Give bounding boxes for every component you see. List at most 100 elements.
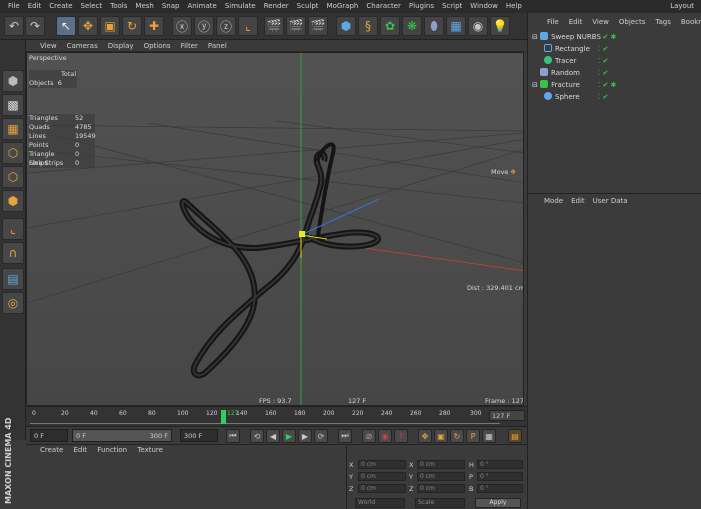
collapse-icon[interactable]: ⊟ <box>532 81 538 89</box>
edges-mode-button[interactable]: ⬡ <box>2 166 24 188</box>
menu-tools[interactable]: Tools <box>106 0 131 13</box>
menu-snap[interactable]: Snap <box>158 0 184 13</box>
add-light-button[interactable]: 💡 <box>490 16 510 36</box>
parameter-key-button[interactable]: P <box>466 429 480 443</box>
object-row-sweep-nurbs[interactable]: ⊟ Sweep NURBS ⁚ ✔ ✱ <box>528 31 701 43</box>
points-mode-button[interactable]: ⬡ <box>2 142 24 164</box>
current-frame-field[interactable]: 127 F <box>489 410 525 421</box>
visibility-checks[interactable]: ⁚ ✔ <box>598 55 608 67</box>
visibility-checks[interactable]: ⁚ ✔ <box>598 91 608 103</box>
viewport-menu-view[interactable]: View <box>26 40 62 52</box>
snap-button[interactable]: ∩ <box>2 242 24 264</box>
keyframe-selection-button[interactable]: ? <box>394 429 408 443</box>
locked-workplane-button[interactable]: ◎ <box>2 292 24 314</box>
end-frame-field[interactable]: 300 F <box>180 429 218 442</box>
menu-mograph[interactable]: MoGraph <box>323 0 363 13</box>
add-scene-button[interactable]: ▦ <box>446 16 466 36</box>
next-key-button[interactable]: ⟳ <box>314 429 328 443</box>
menu-plugins[interactable]: Plugins <box>405 0 438 13</box>
create-tool-button[interactable]: ✚ <box>144 16 164 36</box>
rotation-p-field[interactable]: 0 ° <box>477 472 523 481</box>
axis-mode-button[interactable]: ⌞ <box>2 218 24 240</box>
material-menu-texture[interactable]: Texture <box>133 445 167 456</box>
collapse-icon[interactable]: ⊟ <box>532 33 538 41</box>
viewport-menu-cameras[interactable]: Cameras <box>62 40 103 52</box>
attribute-menu-user-data[interactable]: User Data <box>589 197 632 205</box>
object-row-fracture[interactable]: ⊟ Fracture ⁚ ✔ ✱ <box>528 79 701 91</box>
viewport-menu-filter[interactable]: Filter <box>176 40 203 52</box>
rotation-key-button[interactable]: ↻ <box>450 429 464 443</box>
previous-key-button[interactable]: ⟲ <box>250 429 264 443</box>
object-menu-file[interactable]: File <box>542 18 564 26</box>
menu-sculpt[interactable]: Sculpt <box>293 0 323 13</box>
coordinate-system-button[interactable]: ⌞ <box>238 16 258 36</box>
size-y-field[interactable]: 0 cm <box>417 472 465 481</box>
perspective-viewport[interactable]: Perspective Total Objects 6 Triangles 52 … <box>26 52 524 406</box>
object-row-tracer[interactable]: Tracer ⁚ ✔ <box>528 55 701 67</box>
rotation-b-field[interactable]: 0 ° <box>477 484 523 493</box>
position-y-field[interactable]: 0 cm <box>358 472 406 481</box>
scale-key-button[interactable]: ▣ <box>434 429 448 443</box>
attribute-menu-mode[interactable]: Mode <box>540 197 567 205</box>
y-axis-lock-button[interactable]: ⓨ <box>194 16 214 36</box>
menu-edit[interactable]: Edit <box>24 0 46 13</box>
previous-frame-button[interactable]: ◀ <box>266 429 280 443</box>
position-x-field[interactable]: 0 cm <box>358 460 406 469</box>
make-editable-button[interactable]: ⬢ <box>2 70 24 92</box>
menu-simulate[interactable]: Simulate <box>221 0 260 13</box>
add-camera-button[interactable]: ◉ <box>468 16 488 36</box>
menu-script[interactable]: Script <box>438 0 466 13</box>
material-menu-function[interactable]: Function <box>93 445 131 456</box>
go-to-start-button[interactable]: ⏮ <box>226 429 240 443</box>
rotation-h-field[interactable]: 0 ° <box>477 460 523 469</box>
live-selection-button[interactable]: ↖ <box>56 16 76 36</box>
add-spline-button[interactable]: § <box>358 16 378 36</box>
frame-ruler[interactable]: 0 20 40 60 80 100 120 140 160 180 200 22… <box>30 410 500 424</box>
polygons-mode-button[interactable]: ⬢ <box>2 190 24 212</box>
size-mode-dropdown[interactable]: Scale <box>415 498 465 508</box>
object-row-sphere[interactable]: Sphere ⁚ ✔ <box>528 91 701 103</box>
apply-button[interactable]: Apply <box>475 498 521 508</box>
layout-selector[interactable]: Layout <box>666 0 698 13</box>
scale-tool-button[interactable]: ▣ <box>100 16 120 36</box>
menu-window[interactable]: Window <box>466 0 502 13</box>
object-menu-objects[interactable]: Objects <box>614 18 650 26</box>
timeline-menu-button[interactable]: ▤ <box>508 429 522 443</box>
object-menu-bookmarks[interactable]: Bookmarks <box>676 18 701 26</box>
preview-range-slider[interactable]: 0 F 300 F <box>72 429 172 442</box>
menu-animate[interactable]: Animate <box>183 0 220 13</box>
autokeying-button[interactable]: ◉ <box>378 429 392 443</box>
menu-select[interactable]: Select <box>77 0 107 13</box>
attribute-menu-edit[interactable]: Edit <box>567 197 589 205</box>
redo-button[interactable]: ↷ <box>25 16 45 36</box>
object-menu-tags[interactable]: Tags <box>650 18 676 26</box>
visibility-checks[interactable]: ⁚ ✔ <box>598 67 608 79</box>
visibility-checks[interactable]: ⁚ ✔ ✱ <box>598 31 616 43</box>
material-menu-create[interactable]: Create <box>36 445 67 456</box>
next-frame-button[interactable]: ▶ <box>298 429 312 443</box>
render-picture-viewer-button[interactable]: 🎬 <box>286 16 306 36</box>
record-active-objects-button[interactable]: ⊘ <box>362 429 376 443</box>
menu-character[interactable]: Character <box>362 0 405 13</box>
point-level-key-button[interactable]: ▦ <box>482 429 496 443</box>
menu-mesh[interactable]: Mesh <box>131 0 157 13</box>
viewport-menu-panel[interactable]: Panel <box>203 40 232 52</box>
visibility-checks[interactable]: ⁚ ✔ ✱ <box>598 79 616 91</box>
viewport-menu-display[interactable]: Display <box>103 40 139 52</box>
start-frame-field[interactable]: 0 F <box>30 429 68 442</box>
workplane-button[interactable]: ▤ <box>2 268 24 290</box>
position-key-button[interactable]: ✥ <box>418 429 432 443</box>
menu-help[interactable]: Help <box>502 0 526 13</box>
add-cube-button[interactable]: ⬢ <box>336 16 356 36</box>
go-to-end-button[interactable]: ⏭ <box>338 429 352 443</box>
object-menu-view[interactable]: View <box>587 18 614 26</box>
add-mograph-button[interactable]: ❋ <box>402 16 422 36</box>
playhead[interactable] <box>221 410 226 424</box>
object-row-rectangle[interactable]: Rectangle ⁚ ✔ <box>528 43 701 55</box>
object-menu-edit[interactable]: Edit <box>564 18 588 26</box>
object-row-random[interactable]: Random ⁚ ✔ <box>528 67 701 79</box>
coordinate-space-dropdown[interactable]: World <box>355 498 405 508</box>
z-axis-lock-button[interactable]: ⓩ <box>216 16 236 36</box>
material-menu-edit[interactable]: Edit <box>70 445 92 456</box>
rotate-tool-button[interactable]: ↻ <box>122 16 142 36</box>
